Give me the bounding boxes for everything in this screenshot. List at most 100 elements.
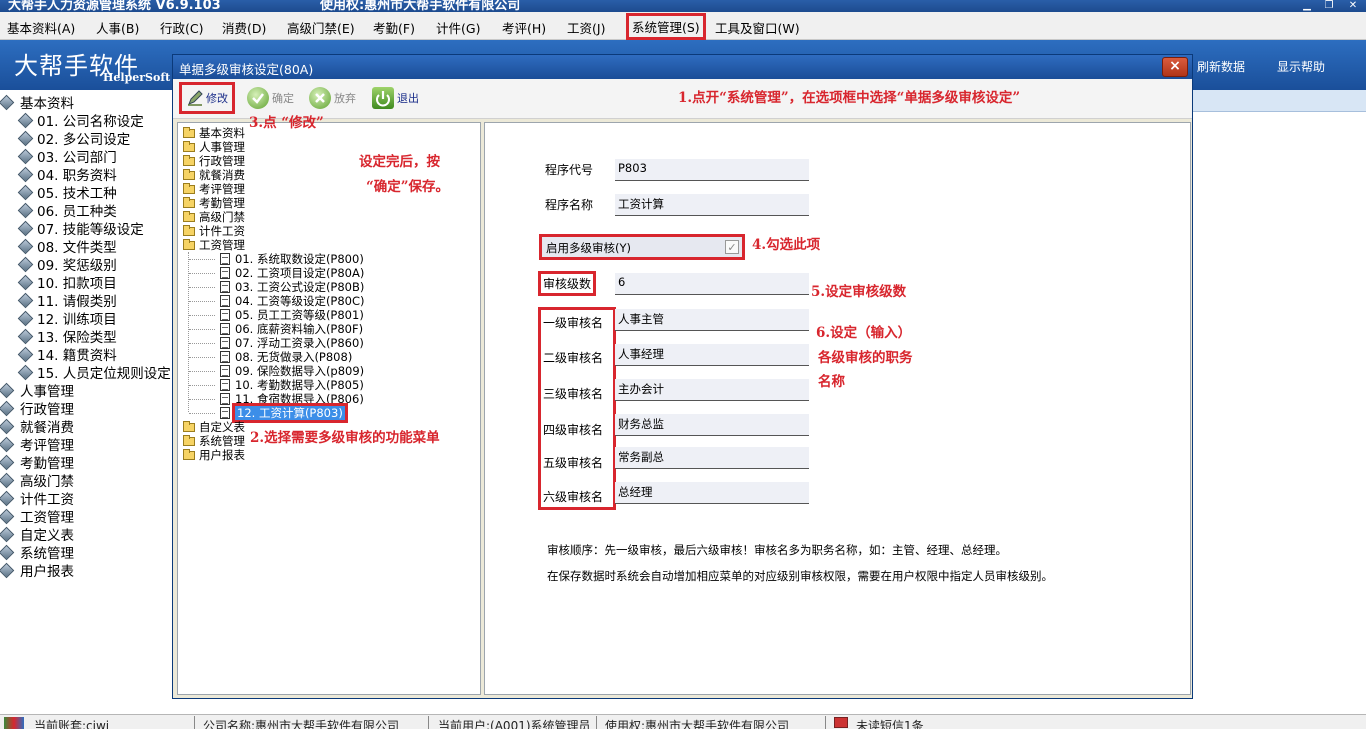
sidebar-item[interactable]: 09. 奖惩级别 — [17, 255, 117, 274]
level-6-field[interactable]: 总经理 — [615, 482, 809, 504]
tree-folder[interactable]: 自定义表 — [183, 420, 245, 434]
tree-leaf[interactable]: 11. 食宿数据导入(P806) — [220, 392, 364, 406]
level-6-label: 六级审核名 — [543, 490, 604, 504]
discard-button[interactable]: 放弃 — [309, 85, 356, 111]
document-icon — [220, 365, 230, 377]
sidebar-item[interactable]: 10. 扣款项目 — [17, 273, 117, 292]
annotation-step-4: 4.勾选此项 — [752, 237, 821, 253]
tree-leaf[interactable]: 08. 无货做录入(P808) — [220, 350, 352, 364]
sidebar-item[interactable]: 08. 文件类型 — [17, 237, 117, 256]
tree-folder[interactable]: 考评管理 — [183, 182, 245, 196]
close-app-icon[interactable]: ✕ — [1342, 0, 1364, 12]
menu-basic-data[interactable]: 基本资料(A) — [7, 18, 75, 37]
node-icon — [17, 166, 34, 182]
level-2-field[interactable]: 人事经理 — [615, 344, 809, 366]
refresh-data-button[interactable]: 刷新数据 — [1197, 58, 1245, 75]
tree-leaf[interactable]: 03. 工资公式设定(P80B) — [220, 280, 364, 294]
message-icon[interactable] — [834, 717, 848, 728]
folder-icon — [183, 224, 195, 236]
sidebar-module[interactable]: 系统管理 — [0, 543, 74, 562]
menu-admin[interactable]: 行政(C) — [160, 18, 203, 37]
annotation-step-3: 3.点 “修改” — [249, 115, 324, 131]
tree-folder[interactable]: 基本资料 — [183, 126, 245, 140]
sidebar-module[interactable]: 行政管理 — [0, 399, 74, 418]
sidebar-item[interactable]: 14. 籍贯资料 — [17, 345, 117, 364]
tree-guide — [189, 259, 215, 260]
level-4-field[interactable]: 财务总监 — [615, 414, 809, 436]
tree-guide — [189, 399, 215, 400]
menu-evaluation[interactable]: 考评(H) — [502, 18, 546, 37]
cross-icon — [309, 87, 331, 109]
menu-personnel[interactable]: 人事(B) — [96, 18, 139, 37]
document-icon — [220, 407, 230, 419]
tree-leaf[interactable]: 01. 系统取数设定(P800) — [220, 252, 364, 266]
annotation-step-2: 2.选择需要多级审核的功能菜单 — [250, 430, 440, 446]
sidebar-item[interactable]: 05. 技术工种 — [17, 183, 117, 202]
sidebar-item[interactable]: 11. 请假类别 — [17, 291, 117, 310]
tree-leaf[interactable]: 06. 底薪资料输入(P80F) — [220, 322, 363, 336]
menu-attendance[interactable]: 考勤(F) — [373, 18, 415, 37]
menu-consumption[interactable]: 消费(D) — [222, 18, 266, 37]
sidebar-module[interactable]: 计件工资 — [0, 489, 74, 508]
program-name-field[interactable]: 工资计算 — [615, 194, 809, 216]
tree-folder[interactable]: 行政管理 — [183, 154, 245, 168]
confirm-button[interactable]: 确定 — [247, 85, 294, 111]
sidebar-module[interactable]: 用户报表 — [0, 561, 74, 580]
menu-salary[interactable]: 工资(J) — [567, 18, 605, 37]
tree-leaf[interactable]: 04. 工资等级设定(P80C) — [220, 294, 365, 308]
tree-folder[interactable]: 就餐消费 — [183, 168, 245, 182]
node-icon — [0, 544, 15, 560]
review-levels-field[interactable]: 6 — [615, 273, 809, 295]
sidebar-item[interactable]: 03. 公司部门 — [17, 147, 117, 166]
sidebar-group-basic-data[interactable]: 基本资料 — [0, 93, 74, 112]
level-3-field[interactable]: 主办会计 — [615, 379, 809, 401]
tree-leaf-selected[interactable]: 12. 工资计算(P803) — [220, 403, 348, 423]
restore-icon[interactable]: ❐ — [1318, 0, 1340, 12]
sidebar-module[interactable]: 自定义表 — [0, 525, 74, 544]
sidebar-item[interactable]: 07. 技能等级设定 — [17, 219, 144, 238]
menu-piecework[interactable]: 计件(G) — [436, 18, 480, 37]
sidebar-module[interactable]: 高级门禁 — [0, 471, 74, 490]
enable-multi-review-checkbox[interactable]: 启用多级审核(Y) ✓ — [539, 234, 745, 260]
edit-button[interactable]: 修改 — [179, 82, 235, 114]
tree-folder[interactable]: 用户报表 — [183, 448, 245, 462]
tree-folder[interactable]: 高级门禁 — [183, 210, 245, 224]
exit-button[interactable]: 退出 — [372, 85, 419, 111]
level-1-field[interactable]: 人事主管 — [615, 309, 809, 331]
tree-folder[interactable]: 考勤管理 — [183, 196, 245, 210]
tree-leaf[interactable]: 10. 考勤数据导入(P805) — [220, 378, 364, 392]
annotation-step-6-line1: 6.设定（输入） — [816, 325, 912, 341]
sidebar-item[interactable]: 13. 保险类型 — [17, 327, 117, 346]
tree-folder[interactable]: 系统管理 — [183, 434, 245, 448]
tree-leaf[interactable]: 02. 工资项目设定(P80A) — [220, 266, 364, 280]
sidebar-module[interactable]: 考评管理 — [0, 435, 74, 454]
logo-subtitle: HelperSoft — [103, 71, 171, 84]
status-sms[interactable]: 未读短信1条 — [856, 717, 924, 729]
sidebar-item[interactable]: 12. 训练项目 — [17, 309, 117, 328]
sidebar-module[interactable]: 人事管理 — [0, 381, 74, 400]
sidebar-item[interactable]: 15. 人员定位规则设定 — [17, 363, 171, 382]
node-icon — [0, 94, 15, 110]
sidebar-item[interactable]: 04. 职务资料 — [17, 165, 117, 184]
tree-folder[interactable]: 计件工资 — [183, 224, 245, 238]
sidebar-module[interactable]: 工资管理 — [0, 507, 74, 526]
sidebar-module[interactable]: 就餐消费 — [0, 417, 74, 436]
level-5-field[interactable]: 常务副总 — [615, 447, 809, 469]
show-help-button[interactable]: 显示帮助 — [1277, 58, 1325, 75]
sidebar-item[interactable]: 01. 公司名称设定 — [17, 111, 144, 130]
menu-system-management[interactable]: 系统管理(S) — [626, 13, 706, 40]
menu-access-control[interactable]: 高级门禁(E) — [287, 18, 355, 37]
tree-folder-open[interactable]: 工资管理 — [183, 238, 245, 252]
sidebar-module[interactable]: 考勤管理 — [0, 453, 74, 472]
document-icon — [220, 351, 230, 363]
dialog-close-button[interactable]: × — [1162, 57, 1188, 77]
tree-leaf[interactable]: 09. 保险数据导入(p809) — [220, 364, 364, 378]
sidebar-item[interactable]: 02. 多公司设定 — [17, 129, 130, 148]
tree-leaf[interactable]: 07. 浮动工资录入(P860) — [220, 336, 364, 350]
menu-tools-windows[interactable]: 工具及窗口(W) — [715, 18, 800, 37]
tree-folder[interactable]: 人事管理 — [183, 140, 245, 154]
minimize-icon[interactable]: ▁ — [1296, 0, 1318, 12]
sidebar-item[interactable]: 06. 员工种类 — [17, 201, 117, 220]
program-code-field[interactable]: P803 — [615, 159, 809, 181]
tree-leaf[interactable]: 05. 员工工资等级(P801) — [220, 308, 364, 322]
